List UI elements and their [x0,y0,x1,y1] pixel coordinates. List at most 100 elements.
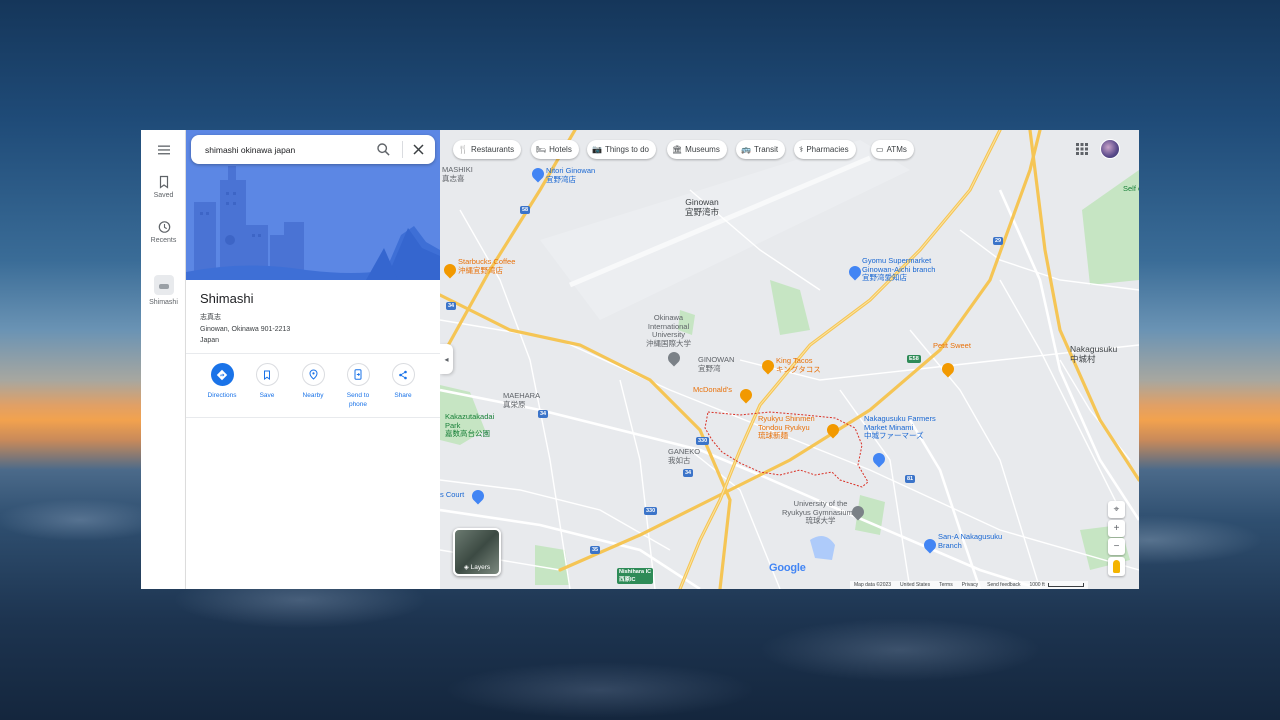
maps-window: Saved Recents Shimashi shimashi okinawa … [141,130,1139,589]
map-canvas[interactable]: MASHIKI 真志喜 Nitori Ginowan 宜野湾店 Ginowan 宜野湾… [440,130,1139,589]
road-shield: 34 [538,410,549,418]
zoom-out-button[interactable]: − [1108,538,1125,555]
directions-button[interactable]: Directions [199,363,245,400]
send-to-phone-button[interactable]: Send to phone [335,363,381,409]
map-label-maehara: MAEHARA 真栄原 [503,391,541,409]
layers-icon: ◈ [463,564,471,571]
divider [186,417,440,418]
museum-icon: 🏛 [672,145,683,154]
directions-circle [210,363,234,386]
map-label-nitori[interactable]: Nitori Ginowan 宜野湾店 [546,166,595,184]
terms-link[interactable]: Terms [939,582,953,588]
history-icon [158,221,170,233]
saved-button[interactable]: Saved [141,175,186,199]
map-label-ginowan-city: Ginowan 宜野湾市 [685,197,720,217]
map-label-kakazu[interactable]: Kakazutakadai Park 嘉数高台公園 [445,412,494,439]
map-label-starbucks[interactable]: Starbucks Coffee 沖縄宜野湾店 [458,257,515,275]
directions-label: Directions [207,392,237,399]
share-label: Share [394,392,412,399]
zoom-in-button[interactable]: + [1108,520,1125,537]
share-icon [399,370,407,379]
map-label-courts[interactable]: s Court [440,490,464,500]
recent-place-shimashi[interactable]: Shimashi [141,275,186,306]
map-label-nakagusuku: Nakagusuku 中城村 [1070,344,1118,364]
chip-atms[interactable]: ▭ ATMs [871,140,914,159]
layers-button[interactable]: ◈ Layers [453,528,501,576]
road-shield: 330 [644,507,658,515]
map-label-nakagusuku-farmers[interactable]: Nakagusuku Farmers Market Minami 中城ファーマーズ [864,414,936,441]
map-label-ryukyu-shinmen[interactable]: Ryukyu Shinmen Tondou Ryukyu 琉球新麺 [758,414,815,441]
nearby-label: Nearby [302,392,324,399]
saved-label: Saved [153,192,174,199]
place-title: Shimashi [200,291,254,306]
nearby-button[interactable]: Nearby [290,363,336,400]
menu-button[interactable] [141,143,186,160]
chip-restaurants[interactable]: 🍴 Restaurants [453,140,522,159]
map-label-gyomu[interactable]: Gyomu Supermarket Ginowan-Aichi branch 宜野湾… [862,256,935,283]
fork-knife-icon: 🍴 [458,145,468,154]
feedback-link[interactable]: Send feedback [987,582,1020,588]
bookmark-icon [264,370,270,380]
recent-place-label: Shimashi [149,299,178,306]
map-label-mashiki: MASHIKI 真志喜 [442,165,473,183]
chip-pharmacies[interactable]: ⚕ Pharmacies [794,140,856,159]
apps-grid-icon[interactable] [1075,142,1089,156]
my-location-button[interactable]: ⌖ [1108,501,1125,518]
place-native-name: 志真志 [200,314,221,321]
layers-label: ◈ Layers [463,564,491,571]
chip-transit[interactable]: 🚌 Transit [736,140,786,159]
collapse-panel-button[interactable]: ◂ [440,344,453,374]
map-label-mcdonalds[interactable]: McDonald's [693,385,732,395]
crosshair-icon: ⌖ [1113,504,1120,515]
google-logo-text: Google [769,562,806,574]
country-link[interactable]: United States [900,582,930,588]
pegman-street-view-icon[interactable] [1108,557,1125,576]
place-info: Shimashi 志真志 Ginowan, Okinawa 901-2213 J… [200,291,430,344]
google-logo: Google [769,562,806,574]
bus-icon: 🚌 [741,145,751,154]
bookmark-icon [159,175,168,189]
chip-things-to-do[interactable]: 📷 Things to do [587,140,656,159]
chip-hotels[interactable]: 🛏 Hotels [531,140,579,159]
recents-button[interactable]: Recents [141,220,186,244]
plus-icon: + [1113,523,1120,534]
directions-icon [216,369,228,380]
map-label-ginowan-district: GINOWAN 宜野湾 [698,355,735,373]
search-icon[interactable] [376,142,391,157]
atm-icon: ▭ [876,145,884,154]
place-address-line2: Japan [200,337,220,344]
place-panel: Shimashi 志真志 Ginowan, Okinawa 901-2213 J… [186,130,440,589]
divider [186,353,440,354]
recent-place-thumbnail [153,275,174,295]
search-box [191,135,435,164]
pharmacy-icon: ⚕ [799,145,804,154]
map-label-petit-sweet[interactable]: Petit Sweet [933,341,971,351]
search-input[interactable] [191,135,371,164]
share-circle [391,363,415,386]
close-icon[interactable] [412,143,425,156]
map-label-king-tacos[interactable]: King Tacos キングタコス [776,356,821,374]
chip-museums[interactable]: 🏛 Museums [667,140,727,159]
save-button[interactable]: Save [244,363,290,400]
nearby-icon [308,369,318,380]
nishihara-ic-badge: Nishihara IC 西原IC [617,568,654,584]
road-shield: 58 [520,206,531,214]
scale-indicator[interactable]: 1000 ft [1029,582,1084,588]
account-avatar[interactable] [1100,139,1120,159]
nearby-circle [301,363,325,386]
privacy-link[interactable]: Privacy [962,582,978,588]
road-shield: 81 [905,475,916,483]
recents-label: Recents [150,237,177,244]
map-data-text: Map data ©2023 [854,582,892,588]
map-label-san-a[interactable]: San-A Nakagusuku Branch [938,532,1002,550]
share-button[interactable]: Share [380,363,426,400]
camera-icon: 📷 [592,145,602,154]
road-shield: 29 [993,237,1004,245]
hamburger-menu-icon [157,145,170,155]
save-label: Save [259,392,275,399]
search-divider [402,141,403,158]
map-label-self-course[interactable]: Self course [1123,184,1139,194]
map-label-univ-ryukyus: University of the Ryukyus Gymnasium 1 琉球大学 [782,499,860,526]
place-address-line1: Ginowan, Okinawa 901-2213 [200,326,291,333]
road-shield: 330 [696,437,710,445]
